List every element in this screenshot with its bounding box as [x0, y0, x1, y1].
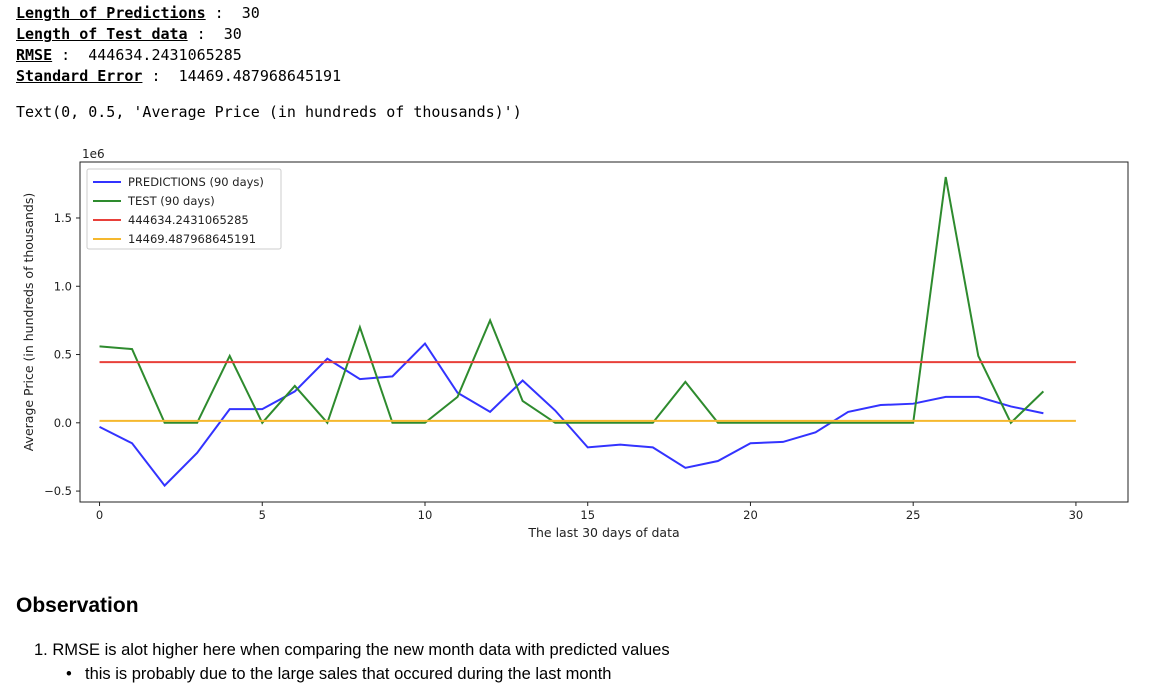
y-tick-label: 1.5	[54, 211, 72, 225]
observation-list: 1. RMSE is alot higher here when compari…	[34, 638, 670, 686]
y-tick-label: 1.0	[54, 279, 72, 293]
bullet-icon: •	[66, 665, 72, 683]
x-tick-label: 10	[418, 508, 433, 522]
stat-separator: :	[187, 25, 215, 43]
list-item: 1. RMSE is alot higher here when compari…	[34, 638, 670, 662]
stat-separator: :	[52, 46, 80, 64]
stat-row-standard-error: Standard Error : 14469.487968645191	[16, 66, 341, 87]
stats-output: Length of Predictions : 30 Length of Tes…	[16, 3, 341, 87]
sub-list-item-text: this is probably due to the large sales …	[85, 665, 612, 683]
x-tick-label: 25	[906, 508, 921, 522]
x-tick-label: 5	[259, 508, 266, 522]
x-tick-label: 0	[96, 508, 103, 522]
line-chart: 0 5 10 15 20 25 30 −0.5 0.0 0.5 1.0 1.5 PREDICTIONS …	[21, 147, 1129, 540]
stat-row-rmse: RMSE : 444634.2431065285	[16, 45, 341, 66]
stat-value: 30	[241, 4, 260, 22]
stat-value: 444634.2431065285	[88, 46, 242, 64]
stat-label: RMSE	[16, 46, 53, 64]
stat-value: 30	[223, 25, 242, 43]
plot-area: 0 5 10 15 20 25 30 −0.5 0.0 0.5 1.0 1.5 PREDICTIONS …	[44, 161, 1129, 522]
stat-label: Standard Error	[16, 67, 143, 85]
y-tick-label: −0.5	[44, 484, 72, 498]
legend-label: TEST (90 days)	[127, 194, 215, 208]
legend-label: 14469.487968645191	[128, 232, 256, 246]
legend-label: PREDICTIONS (90 days)	[128, 175, 264, 189]
y-tick-label: 0.0	[54, 416, 72, 430]
x-tick-label: 15	[580, 508, 595, 522]
list-item-text: RMSE is alot higher here when comparing …	[52, 641, 670, 659]
stat-separator: :	[205, 4, 233, 22]
y-axis-label: Average Price (in hundreds of thousands)	[21, 193, 36, 452]
stat-label: Length of Predictions	[16, 4, 206, 22]
stat-value: 14469.487968645191	[178, 67, 342, 85]
stat-row-predictions: Length of Predictions : 30	[16, 3, 341, 24]
stat-separator: :	[142, 67, 170, 85]
sub-list-item: • this is probably due to the large sales…	[34, 662, 670, 686]
text-output: Text(0, 0.5, 'Average Price (in hundreds…	[16, 103, 522, 121]
x-axis-label: The last 30 days of data	[527, 525, 679, 540]
offset-text: 1e6	[82, 147, 105, 161]
list-number: 1.	[34, 641, 48, 659]
observation-heading: Observation	[16, 594, 139, 617]
stat-row-test: Length of Test data : 30	[16, 24, 341, 45]
stat-label: Length of Test data	[16, 25, 188, 43]
x-tick-label: 20	[743, 508, 758, 522]
x-tick-label: 30	[1069, 508, 1084, 522]
legend-label: 444634.2431065285	[128, 213, 249, 227]
y-tick-label: 0.5	[54, 348, 72, 362]
